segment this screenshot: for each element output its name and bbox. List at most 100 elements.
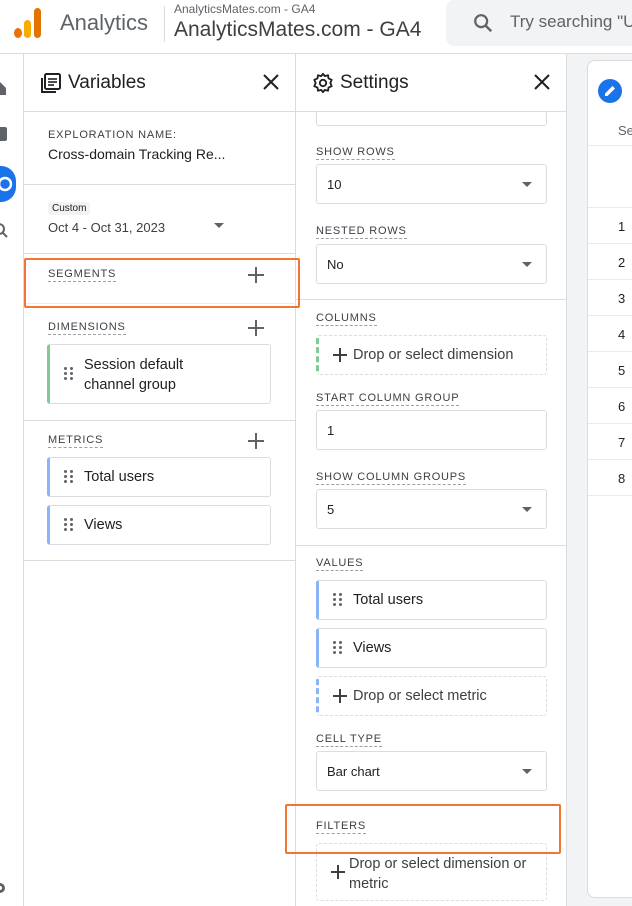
search-bar[interactable]: Try searching "U (446, 0, 632, 46)
dropdown-caret-icon (522, 507, 532, 512)
close-icon[interactable] (261, 72, 281, 92)
account-name-small[interactable]: AnalyticsMates.com - GA4 (174, 2, 315, 16)
reports-icon[interactable] (0, 126, 8, 142)
segments-highlight-box (24, 258, 300, 308)
divider (24, 560, 296, 561)
row-number: 5 (618, 363, 626, 378)
variables-icon (41, 73, 61, 93)
metric-chip[interactable]: Total users (47, 457, 271, 497)
date-range[interactable]: Oct 4 - Oct 31, 2023 (48, 220, 165, 235)
exploration-canvas: Se 1 2 3 4 5 6 7 8 (567, 54, 632, 906)
show-column-groups-value: 5 (327, 502, 335, 517)
start-column-group-label: START COLUMN GROUP (316, 392, 460, 406)
drag-handle-icon[interactable] (64, 367, 74, 381)
values-label: VALUES (316, 557, 364, 571)
row-number: 4 (618, 327, 626, 342)
variables-title: Variables (68, 72, 146, 93)
values-drop-text: Drop or select metric (353, 688, 487, 704)
add-dimension-icon[interactable] (248, 320, 264, 336)
variables-header: Variables (24, 54, 295, 112)
nested-rows-value: No (327, 257, 344, 272)
left-nav-rail (0, 54, 24, 906)
start-column-group-input[interactable]: 1 (316, 410, 547, 450)
columns-drop-text: Drop or select dimension (353, 347, 514, 363)
metric-label: Total users (84, 469, 155, 485)
add-metric-icon[interactable] (248, 433, 264, 449)
value-chip[interactable]: Total users (316, 580, 547, 620)
filters-highlight-box (285, 804, 561, 854)
drag-handle-icon[interactable] (64, 470, 74, 484)
analytics-logo-icon[interactable] (14, 8, 44, 38)
row-divider (588, 279, 632, 280)
exploration-name-label: EXPLORATION NAME: (48, 129, 177, 141)
row-number: 6 (618, 399, 626, 414)
metric-label: Views (84, 517, 123, 533)
show-rows-label: SHOW ROWS (316, 146, 395, 160)
row-divider (588, 459, 632, 460)
dropdown-caret-icon (522, 182, 532, 187)
row-number: 8 (618, 471, 626, 486)
add-icon (333, 348, 347, 362)
columns-drop-zone[interactable]: Drop or select dimension (316, 335, 547, 375)
date-custom-badge: Custom (48, 202, 91, 215)
divider (296, 545, 566, 546)
date-dropdown-caret-icon[interactable] (214, 223, 224, 228)
row-divider (588, 387, 632, 388)
value-label: Views (353, 640, 392, 656)
search-placeholder: Try searching "U (510, 12, 632, 31)
show-rows-value: 10 (327, 177, 342, 192)
close-icon[interactable] (532, 72, 552, 92)
cell-type-select[interactable]: Bar chart (316, 751, 547, 791)
column-header[interactable]: Se (618, 123, 632, 138)
metric-chip[interactable]: Views (47, 505, 271, 545)
cell-type-value: Bar chart (327, 764, 380, 779)
dropdown-caret-icon (522, 262, 532, 267)
row-divider (588, 243, 632, 244)
row-divider (588, 315, 632, 316)
value-label: Total users (353, 592, 424, 608)
property-name[interactable]: AnalyticsMates.com - GA4 (174, 18, 421, 42)
drag-handle-icon[interactable] (64, 518, 74, 532)
divider (24, 253, 296, 254)
values-drop-zone[interactable]: Drop or select metric (316, 676, 547, 716)
nested-rows-label: NESTED ROWS (316, 225, 407, 239)
dimension-label: Session default channel group (84, 357, 184, 393)
add-icon (331, 865, 345, 879)
drag-handle-icon[interactable] (333, 641, 343, 655)
dropdown-caret-icon (522, 769, 532, 774)
row-number: 3 (618, 291, 626, 306)
filters-drop-text: Drop or select dimension or metric (349, 856, 527, 892)
divider (164, 6, 165, 42)
divider (296, 299, 566, 300)
edit-pencil-icon[interactable] (598, 79, 622, 103)
home-icon[interactable] (0, 80, 8, 96)
show-column-groups-select[interactable]: 5 (316, 489, 547, 529)
variables-panel: Variables EXPLORATION NAME: Cross-domain… (24, 54, 296, 906)
settings-gear-icon (313, 72, 333, 94)
advertising-icon[interactable] (0, 222, 8, 238)
app-name[interactable]: Analytics (60, 10, 148, 36)
exploration-name-value[interactable]: Cross-domain Tracking Re... (48, 146, 225, 162)
divider (24, 184, 296, 185)
explore-icon[interactable] (0, 166, 16, 202)
search-icon (474, 14, 493, 33)
pivot-table-card: Se 1 2 3 4 5 6 7 8 (587, 60, 632, 898)
drag-handle-icon[interactable] (333, 593, 343, 607)
columns-label: COLUMNS (316, 312, 377, 326)
divider (588, 145, 632, 146)
settings-panel: Settings SHOW ROWS 10 NESTED ROWS No COL… (296, 54, 567, 906)
admin-gear-icon[interactable] (0, 880, 8, 896)
row-divider (588, 495, 632, 496)
divider (588, 207, 632, 208)
metrics-label: METRICS (48, 434, 104, 448)
row-number: 1 (618, 219, 626, 234)
dimensions-label: DIMENSIONS (48, 321, 126, 335)
dimension-chip[interactable]: Session default channel group (47, 344, 271, 404)
value-chip[interactable]: Views (316, 628, 547, 668)
show-column-groups-label: SHOW COLUMN GROUPS (316, 471, 467, 485)
row-number: 7 (618, 435, 626, 450)
show-rows-select[interactable]: 10 (316, 164, 547, 204)
nested-rows-select[interactable]: No (316, 244, 547, 284)
settings-header: Settings (296, 54, 566, 112)
divider (24, 420, 296, 421)
